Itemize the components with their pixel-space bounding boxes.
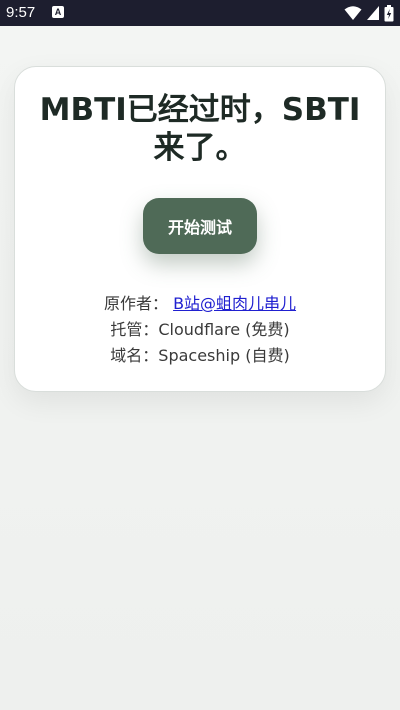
status-icons (344, 4, 394, 22)
title-line-2: 来了。 (153, 130, 247, 166)
domain-line: 域名：Spaceship (自费) (110, 346, 290, 365)
status-bar: 9:57 A (0, 0, 400, 26)
author-link[interactable]: B站@蛆肉儿串儿 (173, 294, 296, 313)
status-time: 9:57 (6, 4, 36, 21)
start-test-button[interactable]: 开始测试 (143, 198, 257, 254)
cellular-signal-icon (366, 5, 380, 21)
title-line-1: MBTI已经过时，SBTI (39, 92, 361, 128)
page-content: MBTI已经过时，SBTI 来了。 开始测试 原作者： B站@蛆肉儿串儿 托管：… (0, 26, 400, 710)
author-line: 原作者： B站@蛆肉儿串儿 (15, 291, 385, 317)
battery-charging-icon (384, 4, 394, 22)
wifi-icon (344, 5, 362, 21)
notification-icon: A (52, 6, 64, 18)
hosting-line: 托管：Cloudflare (免费) (110, 320, 290, 339)
author-label: 原作者： (103, 294, 168, 313)
intro-card: MBTI已经过时，SBTI 来了。 开始测试 原作者： B站@蛆肉儿串儿 托管：… (14, 66, 386, 392)
credits: 原作者： B站@蛆肉儿串儿 托管：Cloudflare (免费) 域名：Spac… (15, 291, 385, 369)
page-title: MBTI已经过时，SBTI 来了。 (25, 91, 375, 167)
